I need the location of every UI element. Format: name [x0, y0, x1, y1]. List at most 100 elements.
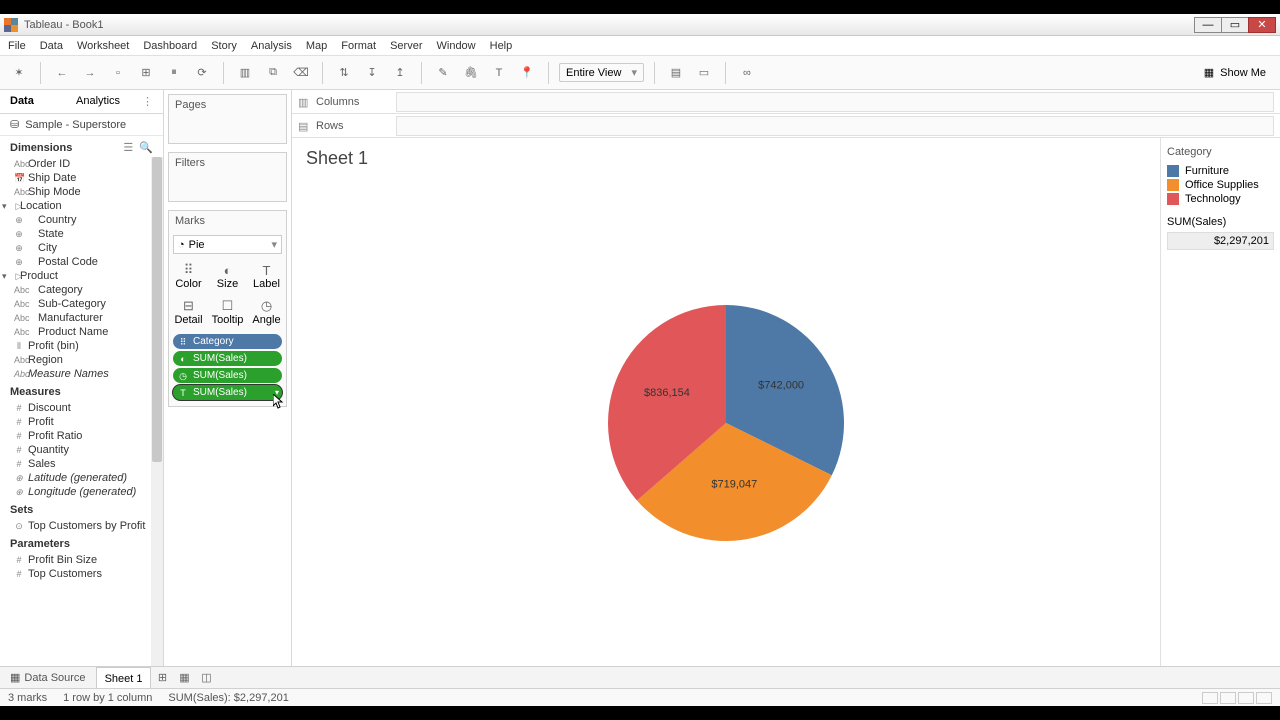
dimension-field[interactable]: 📅Ship Date — [0, 171, 163, 185]
menu-format[interactable]: Format — [341, 40, 376, 52]
dimension-field[interactable]: ⦀Profit (bin) — [0, 339, 163, 353]
parameter-field[interactable]: #Profit Bin Size — [0, 553, 163, 567]
minimize-button[interactable]: — — [1194, 17, 1222, 33]
view-button[interactable] — [1256, 692, 1272, 704]
highlight-button[interactable]: ✎ — [432, 62, 454, 84]
legend-item[interactable]: Technology — [1167, 192, 1274, 206]
dimension-field[interactable]: AbcCategory — [0, 283, 163, 297]
dimension-field[interactable]: AbcRegion — [0, 353, 163, 367]
menu-worksheet[interactable]: Worksheet — [77, 40, 129, 52]
sheet-title[interactable]: Sheet 1 — [292, 138, 1160, 179]
menu-file[interactable]: File — [8, 40, 26, 52]
mark-pill-sum-sales-[interactable]: ◐SUM(Sales) — [173, 351, 282, 366]
tableau-icon[interactable]: ✶ — [8, 62, 30, 84]
rows-drop-zone[interactable] — [396, 116, 1274, 136]
data-source-tab[interactable]: ▦Data Source — [0, 671, 96, 684]
scrollbar[interactable] — [151, 157, 163, 666]
tab-data[interactable]: Data — [0, 90, 66, 113]
legend-item[interactable]: Furniture — [1167, 164, 1274, 178]
dimension-field[interactable]: AbcSub-Category — [0, 297, 163, 311]
legend-item[interactable]: Office Supplies — [1167, 178, 1274, 192]
fix-axis-button[interactable]: 📍 — [516, 62, 538, 84]
tab-analytics[interactable]: Analytics — [66, 90, 132, 113]
mark-type-select[interactable]: ◔ Pie ▾ — [173, 235, 282, 254]
dimension-field[interactable]: AbcShip Mode — [0, 185, 163, 199]
marks-angle-button[interactable]: ◷Angle — [247, 294, 286, 330]
share-button[interactable]: ∞ — [736, 62, 758, 84]
columns-drop-zone[interactable] — [396, 92, 1274, 112]
sort-desc-button[interactable]: ↥ — [389, 62, 411, 84]
menu-help[interactable]: Help — [490, 40, 513, 52]
undo-button[interactable]: ← — [51, 62, 73, 84]
view-button[interactable] — [1202, 692, 1218, 704]
redo-button[interactable]: → — [79, 62, 101, 84]
menu-server[interactable]: Server — [390, 40, 422, 52]
search-icon[interactable]: 🔍 — [139, 141, 153, 154]
duplicate-button[interactable]: ⧉ — [262, 62, 284, 84]
rows-shelf[interactable]: ▤Rows — [292, 114, 1280, 138]
marks-size-button[interactable]: ◐Size — [208, 258, 247, 294]
marks-tooltip-button[interactable]: ☐Tooltip — [208, 294, 247, 330]
measure-field[interactable]: #Profit — [0, 415, 163, 429]
filters-shelf[interactable]: Filters — [168, 152, 287, 202]
list-icon[interactable]: ☰ — [123, 141, 133, 154]
marks-detail-button[interactable]: ⊟Detail — [169, 294, 208, 330]
measure-field[interactable]: #Quantity — [0, 443, 163, 457]
parameter-field[interactable]: #Top Customers — [0, 567, 163, 581]
menu-story[interactable]: Story — [211, 40, 237, 52]
measure-field[interactable]: ⊕Longitude (generated) — [0, 485, 163, 499]
columns-shelf[interactable]: ▥Columns — [292, 90, 1280, 114]
close-button[interactable]: ✕ — [1248, 17, 1276, 33]
clear-button[interactable]: ⌫ — [290, 62, 312, 84]
set-field[interactable]: ⊙Top Customers by Profit — [0, 519, 163, 533]
dimension-field[interactable]: ▾▷Product — [0, 269, 163, 283]
mark-pill-sum-sales-[interactable]: TSUM(Sales)▾ — [173, 385, 282, 400]
new-worksheet-button[interactable]: ⊞ — [151, 671, 173, 684]
new-story-button[interactable]: ◫ — [195, 671, 217, 684]
maximize-button[interactable]: ▭ — [1221, 17, 1249, 33]
dimension-field[interactable]: ⊕State — [0, 227, 163, 241]
menu-dashboard[interactable]: Dashboard — [143, 40, 197, 52]
measure-field[interactable]: #Sales — [0, 457, 163, 471]
mark-pill-category[interactable]: ⠿Category — [173, 334, 282, 349]
measure-field[interactable]: #Discount — [0, 401, 163, 415]
measure-field[interactable]: #Profit Ratio — [0, 429, 163, 443]
save-button[interactable]: ▫ — [107, 62, 129, 84]
dimension-field[interactable]: ⊕City — [0, 241, 163, 255]
menu-window[interactable]: Window — [437, 40, 476, 52]
pages-shelf[interactable]: Pages — [168, 94, 287, 144]
marks-color-button[interactable]: ⠿Color — [169, 258, 208, 294]
pane-menu-icon[interactable]: ⋮ — [132, 90, 163, 113]
dimension-field[interactable]: ▾▷Location — [0, 199, 163, 213]
pie-chart[interactable]: $742,000$719,047$836,154 — [292, 179, 1160, 666]
dimension-field[interactable]: AbcProduct Name — [0, 325, 163, 339]
dimension-field[interactable]: ⊕Postal Code — [0, 255, 163, 269]
show-me-button[interactable]: ▦ Show Me — [1198, 64, 1272, 81]
refresh-button[interactable]: ⟳ — [191, 62, 213, 84]
datasource-item[interactable]: ⛁ Sample - Superstore — [0, 114, 163, 136]
expand-icon[interactable]: ▾ — [2, 271, 7, 282]
menu-analysis[interactable]: Analysis — [251, 40, 292, 52]
view-button[interactable] — [1238, 692, 1254, 704]
dimension-field[interactable]: ⊕Country — [0, 213, 163, 227]
sheet-tab[interactable]: Sheet 1 — [96, 667, 152, 689]
mark-pill-sum-sales-[interactable]: ◷SUM(Sales) — [173, 368, 282, 383]
sort-asc-button[interactable]: ↧ — [361, 62, 383, 84]
menu-data[interactable]: Data — [40, 40, 63, 52]
presentation-button[interactable]: ▭ — [693, 62, 715, 84]
new-sheet-button[interactable]: ▥ — [234, 62, 256, 84]
view-button[interactable] — [1220, 692, 1236, 704]
new-dashboard-button[interactable]: ▦ — [173, 671, 195, 684]
marks-label-button[interactable]: TLabel — [247, 258, 286, 294]
pause-button[interactable]: ⏸ — [163, 62, 185, 84]
swap-button[interactable]: ⇅ — [333, 62, 355, 84]
show-cards-button[interactable]: ▤ — [665, 62, 687, 84]
menu-map[interactable]: Map — [306, 40, 327, 52]
view-mode-select[interactable]: Entire View ▾ — [559, 63, 644, 82]
dimension-field[interactable]: AbcMeasure Names — [0, 367, 163, 381]
dimension-field[interactable]: AbcOrder ID — [0, 157, 163, 171]
measure-field[interactable]: ⊕Latitude (generated) — [0, 471, 163, 485]
dimension-field[interactable]: AbcManufacturer — [0, 311, 163, 325]
group-button[interactable]: 🖇 — [460, 62, 482, 84]
text-button[interactable]: T — [488, 62, 510, 84]
